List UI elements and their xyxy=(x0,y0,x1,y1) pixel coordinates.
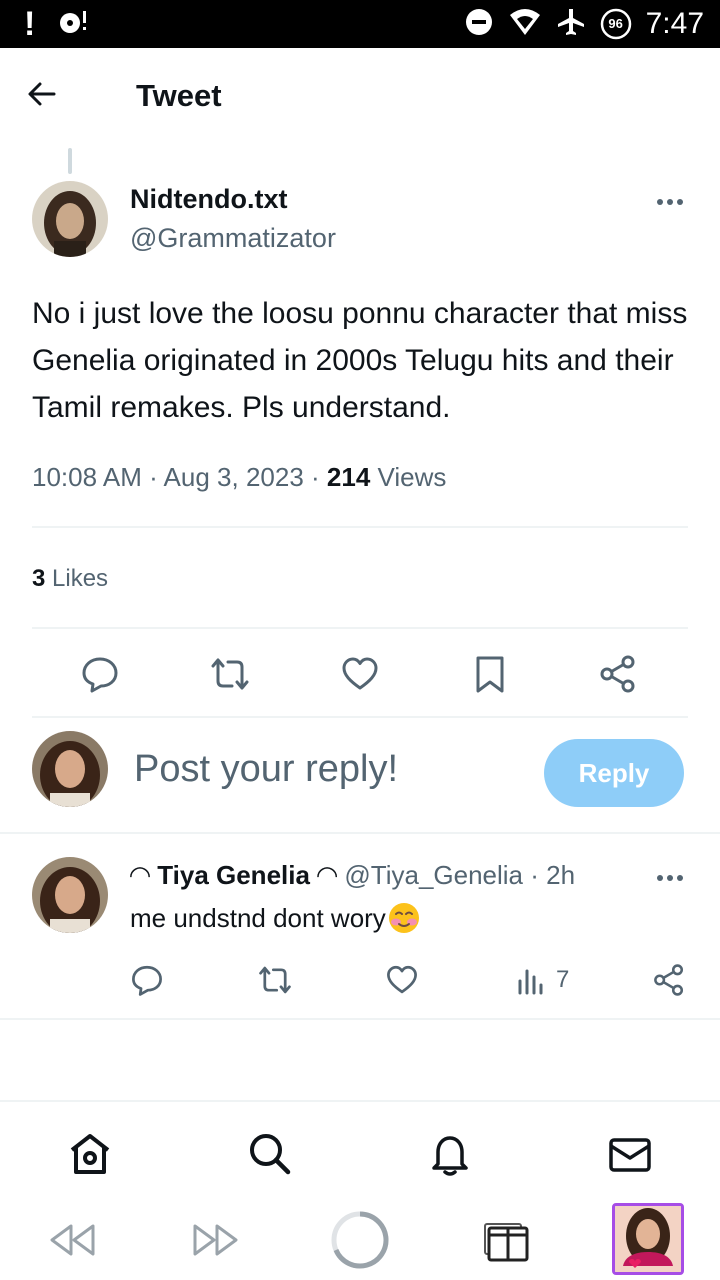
dnd-icon xyxy=(464,7,494,42)
airplane-icon xyxy=(556,7,586,42)
thread-connector xyxy=(68,148,72,174)
my-avatar[interactable] xyxy=(32,731,108,807)
comment-icon xyxy=(82,657,118,693)
reply-like-action[interactable] xyxy=(385,960,419,1000)
arrow-left-icon xyxy=(28,82,56,106)
tabs-button[interactable] xyxy=(474,1210,534,1270)
likes-label: Likes xyxy=(52,565,109,592)
likes-count: 3 xyxy=(32,565,46,592)
comment-icon xyxy=(132,965,162,996)
share-icon xyxy=(600,655,635,693)
views-count: 214 xyxy=(326,462,371,492)
bookmark-action[interactable] xyxy=(468,652,512,696)
bookmark-icon xyxy=(476,656,504,693)
divider xyxy=(32,716,688,718)
author-avatar[interactable] xyxy=(32,181,108,257)
reply-views-action[interactable]: 7 xyxy=(516,960,569,1000)
status-bar: ! 96 7:47 xyxy=(0,0,720,48)
reply-more-options-button[interactable] xyxy=(652,866,692,890)
retweet-action[interactable] xyxy=(208,652,252,696)
reply-input[interactable]: Post your reply! xyxy=(134,748,398,791)
share-action[interactable] xyxy=(596,652,640,696)
nav-search[interactable] xyxy=(246,1130,294,1178)
fast-forward-icon xyxy=(193,1224,238,1256)
reply-author-handle[interactable]: @Tiya_Genelia xyxy=(344,860,523,890)
nav-messages[interactable] xyxy=(606,1130,654,1178)
tweet-date: Aug 3, 2023 xyxy=(163,462,304,492)
rewind-icon xyxy=(50,1224,95,1256)
reply-action[interactable] xyxy=(78,652,122,696)
clock: 7:47 xyxy=(645,7,704,40)
author-handle[interactable]: @Grammatizator xyxy=(130,223,336,254)
tweet-actions xyxy=(0,648,720,700)
smiling-face-emoji-icon xyxy=(388,902,420,934)
profile-thumbnail[interactable] xyxy=(612,1203,684,1275)
top-app-bar: Tweet xyxy=(0,48,720,146)
retweet-icon xyxy=(211,658,249,690)
nav-home[interactable] xyxy=(66,1130,114,1178)
nav-notifications[interactable] xyxy=(426,1130,474,1178)
reply-actions: 7 xyxy=(0,958,720,1002)
battery-icon: 96 xyxy=(600,8,632,40)
like-action[interactable] xyxy=(338,652,382,696)
media-icon xyxy=(57,7,91,42)
divider xyxy=(32,526,688,528)
tabs-icon xyxy=(484,1223,529,1262)
reply-age: 2h xyxy=(546,860,576,890)
reply-text: me undstnd dont wory xyxy=(130,902,386,933)
reply-share-action[interactable] xyxy=(652,960,686,1000)
analytics-icon xyxy=(518,969,543,995)
tweet-text: No i just love the loosu ponnu character… xyxy=(32,297,688,424)
rewind-button[interactable] xyxy=(42,1210,102,1270)
more-icon xyxy=(657,199,683,205)
wifi-icon xyxy=(508,7,542,42)
fast-forward-button[interactable] xyxy=(186,1210,246,1270)
reply-retweet-action[interactable] xyxy=(258,960,292,1000)
reply-reply-action[interactable] xyxy=(130,960,164,1000)
reply-views-count: 7 xyxy=(556,966,570,993)
alert-icon: ! xyxy=(24,5,36,43)
divider xyxy=(0,832,720,834)
home-icon xyxy=(70,1134,110,1174)
reply-button[interactable]: Reply xyxy=(544,739,684,807)
heart-icon xyxy=(342,657,378,690)
retweet-icon xyxy=(259,966,291,994)
likes-summary[interactable]: 3 Likes xyxy=(32,565,108,593)
reply-author-avatar[interactable] xyxy=(32,857,108,933)
more-icon xyxy=(657,875,683,881)
heart-icon xyxy=(387,965,417,994)
page-title: Tweet xyxy=(136,78,222,113)
notifications-icon xyxy=(432,1136,468,1176)
search-icon xyxy=(250,1134,291,1175)
more-options-button[interactable] xyxy=(652,190,692,214)
battery-level: 96 xyxy=(608,16,623,31)
divider xyxy=(0,1018,720,1020)
loading-indicator[interactable] xyxy=(330,1210,390,1270)
messages-icon xyxy=(609,1138,651,1172)
separator: · xyxy=(530,860,539,890)
reply-author-line: ◠ Tiya Genelia ◠ @Tiya_Genelia · 2h xyxy=(130,860,575,891)
bottom-navigation xyxy=(0,1100,720,1200)
back-button[interactable] xyxy=(26,78,74,118)
divider xyxy=(32,627,688,629)
separator: · xyxy=(311,462,327,492)
views-label: Views xyxy=(377,462,447,492)
share-icon xyxy=(654,964,684,996)
loading-icon xyxy=(331,1211,389,1269)
separator: · xyxy=(149,462,164,492)
tweet-meta: 10:08 AM · Aug 3, 2023 · 214 Views xyxy=(32,462,446,493)
tweet-time: 10:08 AM xyxy=(32,462,142,492)
author-name[interactable]: Nidtendo.txt xyxy=(130,184,287,215)
reply-text-line: me undstnd dont wory xyxy=(130,902,420,934)
reply-author-name[interactable]: ◠ Tiya Genelia ◠ xyxy=(130,860,337,890)
